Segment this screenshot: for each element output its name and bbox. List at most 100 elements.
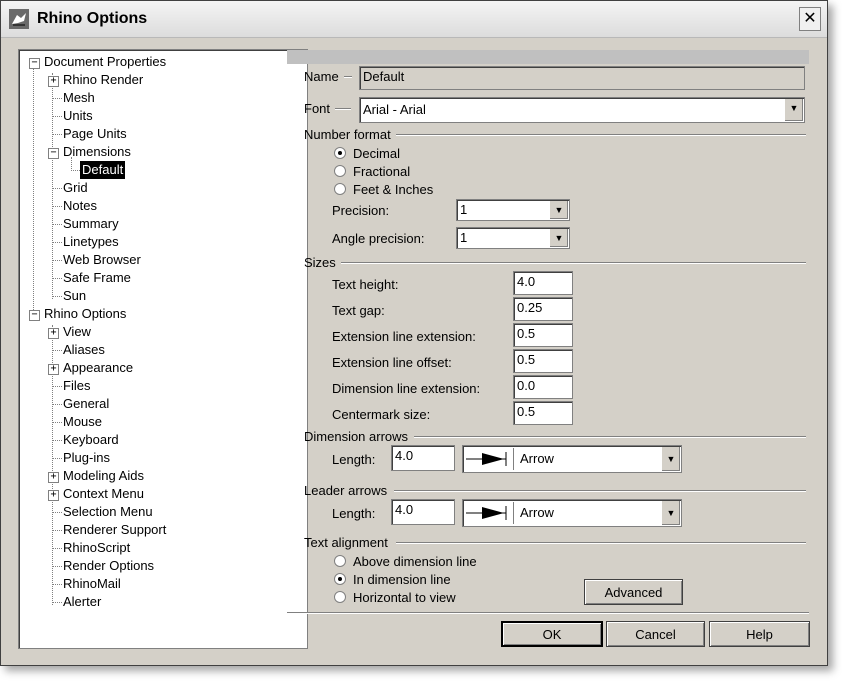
above-line-radio[interactable] bbox=[334, 555, 346, 567]
text-gap-input[interactable]: 0.25 bbox=[513, 297, 573, 321]
advanced-button[interactable]: Advanced bbox=[584, 579, 683, 605]
in-line-label[interactable]: In dimension line bbox=[353, 572, 451, 587]
help-button[interactable]: Help bbox=[709, 621, 810, 647]
leader-arrow-length-input[interactable]: 4.0 bbox=[391, 499, 455, 525]
tree-item-aliases[interactable]: Aliases bbox=[63, 341, 105, 359]
tree-connector bbox=[52, 602, 62, 603]
tree-item-modeling-aids[interactable]: Modeling Aids bbox=[63, 467, 144, 485]
name-field[interactable]: Default bbox=[359, 66, 805, 90]
separator bbox=[335, 108, 351, 110]
tree-item-context-menu[interactable]: Context Menu bbox=[63, 485, 144, 503]
tree-item-summary[interactable]: Summary bbox=[63, 215, 119, 233]
expand-toggle[interactable]: + bbox=[48, 328, 59, 339]
tree-connector bbox=[52, 386, 62, 387]
feet-inches-label[interactable]: Feet & Inches bbox=[353, 182, 433, 197]
cancel-button[interactable]: Cancel bbox=[606, 621, 705, 647]
fractional-radio[interactable] bbox=[334, 165, 346, 177]
ok-button[interactable]: OK bbox=[501, 621, 603, 647]
tree-item-document-properties[interactable]: Document Properties bbox=[44, 53, 166, 71]
decimal-radio[interactable] bbox=[334, 147, 346, 159]
tree-item-linetypes[interactable]: Linetypes bbox=[63, 233, 119, 251]
tree-item-appearance[interactable]: Appearance bbox=[63, 359, 133, 377]
horizontal-radio[interactable] bbox=[334, 591, 346, 603]
arrow-preview-icon bbox=[466, 502, 514, 524]
panel-header-bar bbox=[287, 50, 809, 64]
expand-toggle[interactable]: + bbox=[48, 76, 59, 87]
tree-item-general[interactable]: General bbox=[63, 395, 109, 413]
font-combobox[interactable]: Arial - Arial ▼ bbox=[359, 97, 805, 123]
leader-arrow-length-label: Length: bbox=[332, 506, 376, 521]
chevron-down-icon[interactable]: ▼ bbox=[549, 229, 568, 247]
dim-arrow-length-input[interactable]: 4.0 bbox=[391, 445, 455, 471]
tree-connector bbox=[52, 458, 62, 459]
close-button[interactable]: ✕ bbox=[799, 7, 821, 31]
tree-connector bbox=[52, 422, 62, 423]
tree-item-mesh[interactable]: Mesh bbox=[63, 89, 95, 107]
tree-item-mouse[interactable]: Mouse bbox=[63, 413, 102, 431]
tree-connector bbox=[52, 188, 62, 189]
collapse-toggle[interactable]: − bbox=[48, 148, 59, 159]
section-separator bbox=[396, 542, 806, 544]
tree-item-grid[interactable]: Grid bbox=[63, 179, 88, 197]
tree-item-rhino-options[interactable]: Rhino Options bbox=[44, 305, 126, 323]
angle-precision-label: Angle precision: bbox=[332, 231, 425, 246]
tree-item-selection-menu[interactable]: Selection Menu bbox=[63, 503, 153, 521]
tree-item-notes[interactable]: Notes bbox=[63, 197, 97, 215]
tree-item-web-browser[interactable]: Web Browser bbox=[63, 251, 141, 269]
in-line-radio[interactable] bbox=[334, 573, 346, 585]
tree-item-keyboard[interactable]: Keyboard bbox=[63, 431, 119, 449]
expand-toggle[interactable]: + bbox=[48, 364, 59, 375]
angle-precision-combobox[interactable]: 1 ▼ bbox=[456, 227, 570, 249]
dim-arrow-type-combobox[interactable]: Arrow ▼ bbox=[462, 445, 682, 473]
tree-item-default[interactable]: Default bbox=[80, 161, 126, 179]
leader-arrow-type-combobox[interactable]: Arrow ▼ bbox=[462, 499, 682, 527]
tree-item-renderer-support[interactable]: Renderer Support bbox=[63, 521, 166, 539]
tree-item-plugins[interactable]: Plug-ins bbox=[63, 449, 110, 467]
expand-toggle[interactable]: + bbox=[48, 472, 59, 483]
dim-line-extension-input[interactable]: 0.0 bbox=[513, 375, 573, 399]
bottom-separator bbox=[287, 612, 809, 614]
collapse-toggle[interactable]: − bbox=[29, 58, 40, 69]
chevron-down-icon[interactable]: ▼ bbox=[661, 447, 680, 471]
centermark-size-input[interactable]: 0.5 bbox=[513, 401, 573, 425]
precision-combobox[interactable]: 1 ▼ bbox=[456, 199, 570, 221]
above-line-label[interactable]: Above dimension line bbox=[353, 554, 477, 569]
options-tree[interactable]: − Document Properties + Rhino Render Mes… bbox=[18, 49, 308, 649]
tree-item-files[interactable]: Files bbox=[63, 377, 90, 395]
tree-item-rhinomail[interactable]: RhinoMail bbox=[63, 575, 121, 593]
title-bar[interactable]: Rhino Options ✕ bbox=[1, 1, 827, 38]
tree-connector bbox=[52, 98, 62, 99]
chevron-down-icon[interactable]: ▼ bbox=[549, 201, 568, 219]
horizontal-label[interactable]: Horizontal to view bbox=[353, 590, 456, 605]
tree-connector bbox=[52, 512, 62, 513]
tree-connector bbox=[52, 566, 62, 567]
tree-item-rhino-render[interactable]: Rhino Render bbox=[63, 71, 143, 89]
dim-line-extension-label: Dimension line extension: bbox=[332, 381, 481, 396]
tree-item-rhinoscript[interactable]: RhinoScript bbox=[63, 539, 130, 557]
tree-connector bbox=[52, 296, 62, 297]
tree-item-alerter[interactable]: Alerter bbox=[63, 593, 101, 611]
fractional-label[interactable]: Fractional bbox=[353, 164, 410, 179]
chevron-down-icon[interactable]: ▼ bbox=[661, 501, 680, 525]
collapse-toggle[interactable]: − bbox=[29, 310, 40, 321]
tree-connector bbox=[52, 73, 53, 299]
tree-item-units[interactable]: Units bbox=[63, 107, 93, 125]
section-separator bbox=[414, 436, 806, 438]
tree-item-safe-frame[interactable]: Safe Frame bbox=[63, 269, 131, 287]
rhino-app-icon bbox=[9, 9, 29, 29]
ext-line-offset-input[interactable]: 0.5 bbox=[513, 349, 573, 373]
tree-item-dimensions[interactable]: Dimensions bbox=[63, 143, 131, 161]
tree-item-view[interactable]: View bbox=[63, 323, 91, 341]
feet-inches-radio[interactable] bbox=[334, 183, 346, 195]
number-format-section-label: Number format bbox=[304, 127, 391, 142]
tree-item-render-options[interactable]: Render Options bbox=[63, 557, 154, 575]
tree-item-sun[interactable]: Sun bbox=[63, 287, 86, 305]
text-height-input[interactable]: 4.0 bbox=[513, 271, 573, 295]
decimal-label[interactable]: Decimal bbox=[353, 146, 400, 161]
ext-line-extension-input[interactable]: 0.5 bbox=[513, 323, 573, 347]
chevron-down-icon[interactable]: ▼ bbox=[784, 99, 803, 121]
expand-toggle[interactable]: + bbox=[48, 490, 59, 501]
tree-item-page-units[interactable]: Page Units bbox=[63, 125, 127, 143]
tree-connector bbox=[33, 64, 34, 318]
window-title: Rhino Options bbox=[37, 10, 148, 27]
